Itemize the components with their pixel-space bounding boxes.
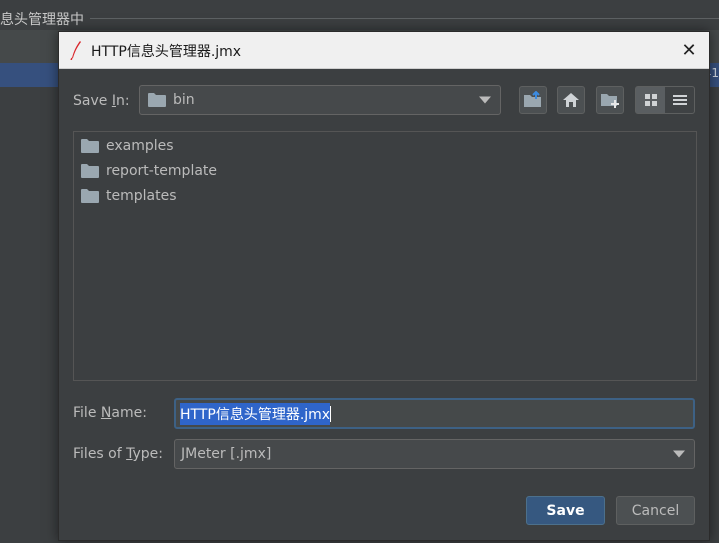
home-button[interactable]: [557, 86, 585, 114]
save-in-label: Save In:: [73, 93, 130, 109]
file-type-combo[interactable]: JMeter [.jmx]: [174, 439, 695, 469]
chevron-down-icon: [673, 450, 685, 458]
new-folder-button[interactable]: [596, 86, 624, 114]
background-divider: [90, 18, 719, 19]
folder-up-icon: [524, 91, 541, 107]
file-name-label: File Name:: [73, 405, 147, 421]
list-item[interactable]: report-template: [81, 161, 217, 181]
feather-icon: [70, 41, 81, 60]
save-dialog: HTTP信息头管理器.jmx ✕ Save In: bin examples r…: [58, 31, 710, 541]
file-name-text: examples: [106, 138, 174, 154]
save-in-value: bin: [173, 92, 195, 108]
folder-icon: [81, 189, 99, 203]
up-folder-button[interactable]: [519, 86, 547, 114]
save-button[interactable]: Save: [526, 496, 605, 525]
new-folder-icon: [601, 94, 619, 108]
details-view-button[interactable]: [665, 87, 694, 113]
folder-icon: [81, 164, 99, 178]
folder-icon: [81, 139, 99, 153]
cancel-button[interactable]: Cancel: [616, 496, 695, 525]
background-title: 息头管理器中: [0, 12, 84, 28]
save-in-combo[interactable]: bin: [139, 85, 501, 115]
file-list[interactable]: examples report-template templates: [73, 131, 697, 381]
dialog-title: HTTP信息头管理器.jmx: [91, 44, 242, 60]
file-name-text: report-template: [106, 163, 218, 179]
file-type-label: Files of Type:: [73, 446, 164, 462]
folder-icon: [148, 93, 166, 107]
list-view-button[interactable]: [636, 87, 665, 113]
file-name-text: templates: [106, 188, 177, 204]
dialog-titlebar: HTTP信息头管理器.jmx ✕: [59, 32, 709, 69]
list-view-icon: [644, 94, 657, 106]
text-caret: [330, 405, 332, 422]
view-toggle: [635, 86, 695, 114]
file-name-input[interactable]: HTTP信息头管理器.jmx: [174, 398, 695, 429]
file-name-value: HTTP信息头管理器.jmx: [180, 402, 331, 425]
list-item[interactable]: examples: [81, 136, 174, 156]
details-view-icon: [672, 95, 687, 105]
chevron-down-icon: [479, 96, 491, 104]
list-item[interactable]: templates: [81, 186, 177, 206]
close-button[interactable]: ✕: [677, 38, 701, 62]
file-type-value: JMeter [.jmx]: [181, 446, 272, 462]
home-icon: [563, 93, 579, 107]
close-icon: ✕: [681, 39, 697, 61]
